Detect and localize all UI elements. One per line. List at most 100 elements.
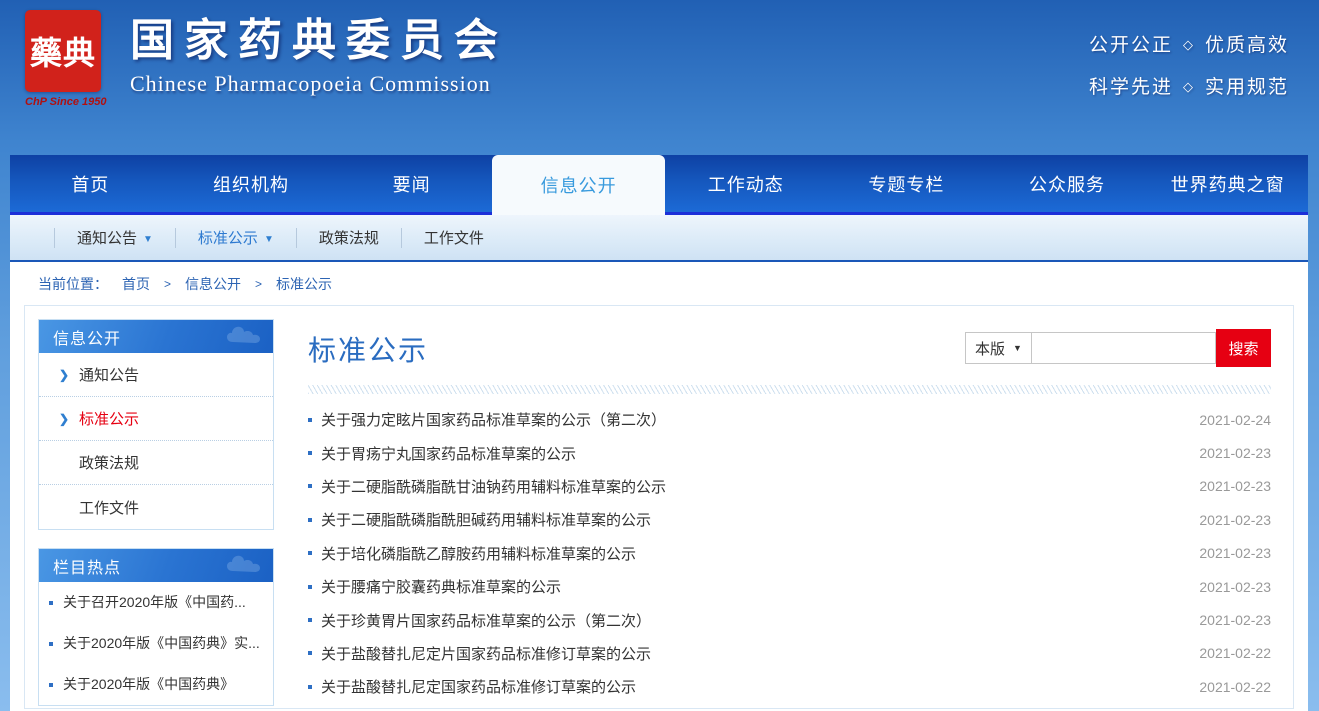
hot-topic-label: 关于召开2020年版《中国药... [63, 592, 246, 613]
bullet-square-icon [308, 618, 312, 622]
sidebar-item-label: 工作文件 [79, 497, 139, 518]
sidebar-item-work-documents[interactable]: 工作文件 [39, 485, 273, 529]
main-content: 标准公示 本版 ▼ 搜索 关于强力定眩片国家药品标准草案的公示（第二次） 202… [274, 319, 1293, 708]
announcement-date: 2021-02-22 [1187, 679, 1271, 695]
sidebar-title-text: 栏目热点 [53, 554, 121, 578]
nav-tab-organization[interactable]: 组织机构 [171, 155, 332, 212]
seal-text: 藥典 [30, 28, 96, 74]
slogan-text: 科学先进 [1089, 77, 1173, 98]
slogan-text: 优质高效 [1205, 35, 1289, 56]
breadcrumb-home[interactable]: 首页 [122, 274, 150, 294]
content-panel: 信息公开 ❯ 通知公告 ❯ 标准公示 政策法规 [24, 305, 1294, 709]
nav-tab-public-service[interactable]: 公众服务 [987, 155, 1148, 212]
announcement-link[interactable]: 关于珍黄胃片国家药品标准草案的公示（第二次） [321, 610, 651, 631]
announcement-date: 2021-02-23 [1187, 612, 1271, 628]
divider [401, 228, 402, 248]
announcement-link[interactable]: 关于腰痛宁胶囊药典标准草案的公示 [321, 576, 561, 597]
sidebar-item-notices[interactable]: ❯ 通知公告 [39, 353, 273, 397]
hot-topic-item[interactable]: 关于召开2020年版《中国药... [39, 582, 273, 623]
diamond-icon: ◇ [1183, 37, 1195, 52]
subnav-label: 政策法规 [319, 230, 379, 247]
site-title-block: 国家药典委员会 Chinese Pharmacopoeia Commission [130, 16, 508, 97]
sidebar-section-hot-topics: 栏目热点 关于召开2020年版《中国药... 关于2020年版《中国药典》实..… [38, 548, 274, 706]
list-item: 关于胃疡宁丸国家药品标准草案的公示 2021-02-23 [308, 436, 1271, 469]
bullet-square-icon [308, 418, 312, 422]
edition-select[interactable]: 本版 ▼ [965, 332, 1032, 364]
page-title: 标准公示 [308, 329, 428, 369]
announcement-date: 2021-02-23 [1187, 445, 1271, 461]
announcement-link[interactable]: 关于二硬脂酰磷脂酰胆碱药用辅料标准草案的公示 [321, 509, 651, 530]
sidebar-section-information: 信息公开 ❯ 通知公告 ❯ 标准公示 政策法规 [38, 319, 274, 530]
subnav-item-standards[interactable]: 标准公示▼ [198, 227, 274, 248]
announcement-date: 2021-02-23 [1187, 512, 1271, 528]
chevron-down-icon: ▼ [143, 234, 153, 245]
breadcrumb-separator: > [255, 277, 262, 291]
announcement-link[interactable]: 关于培化磷脂酰乙醇胺药用辅料标准草案的公示 [321, 543, 636, 564]
bullet-square-icon [49, 642, 53, 646]
hot-topic-item[interactable]: 关于2020年版《中国药典》实... [39, 623, 273, 664]
list-item: 关于二硬脂酰磷脂酰胆碱药用辅料标准草案的公示 2021-02-23 [308, 503, 1271, 536]
header-slogans: 公开公正◇优质高效 科学先进◇实用规范 [1089, 30, 1289, 114]
sidebar-section-title: 信息公开 [39, 320, 273, 353]
cloud-icon [225, 324, 267, 348]
subnav-label: 标准公示 [198, 230, 258, 247]
announcement-list: 关于强力定眩片国家药品标准草案的公示（第二次） 2021-02-24 关于胃疡宁… [308, 403, 1271, 704]
announcement-date: 2021-02-23 [1187, 478, 1271, 494]
search-bar: 本版 ▼ 搜索 [965, 329, 1271, 367]
nav-tab-work-updates[interactable]: 工作动态 [665, 155, 826, 212]
announcement-link[interactable]: 关于盐酸替扎尼定国家药品标准修订草案的公示 [321, 676, 636, 697]
edition-select-value: 本版 [975, 338, 1005, 359]
breadcrumb-separator: > [164, 277, 171, 291]
nav-tab-special-columns[interactable]: 专题专栏 [826, 155, 987, 212]
announcement-link[interactable]: 关于盐酸替扎尼定片国家药品标准修订草案的公示 [321, 643, 651, 664]
hot-topic-item[interactable]: 关于2020年版《中国药典》 [39, 664, 273, 705]
breadcrumb-standards[interactable]: 标准公示 [276, 274, 332, 294]
nav-tab-information-disclosure[interactable]: 信息公开 [492, 155, 666, 215]
divider [54, 228, 55, 248]
chevron-right-icon: ❯ [59, 412, 79, 426]
bullet-square-icon [308, 551, 312, 555]
subnav-label: 工作文件 [424, 230, 484, 247]
sidebar-section-title: 栏目热点 [39, 549, 273, 582]
subnav-item-notices[interactable]: 通知公告 ▼ [77, 227, 153, 248]
bullet-square-icon [308, 585, 312, 589]
subnav-item-policies[interactable]: 政策法规 [319, 227, 379, 248]
bullet-square-icon [308, 518, 312, 522]
pharmacopoeia-seal-icon: 藥典 [25, 10, 101, 92]
breadcrumb: 当前位置： 首页 > 信息公开 > 标准公示 [10, 262, 1308, 305]
slogan-text: 实用规范 [1205, 77, 1289, 98]
list-item: 关于盐酸替扎尼定国家药品标准修订草案的公示 2021-02-22 [308, 670, 1271, 703]
sidebar-item-label: 通知公告 [79, 364, 139, 385]
breadcrumb-label: 当前位置： [38, 274, 108, 294]
sidebar-item-policies[interactable]: 政策法规 [39, 441, 273, 485]
site-logo[interactable]: 藥典 ChP Since 1950 [25, 10, 125, 108]
nav-tab-home[interactable]: 首页 [10, 155, 171, 212]
announcement-date: 2021-02-24 [1187, 412, 1271, 428]
announcement-link[interactable]: 关于胃疡宁丸国家药品标准草案的公示 [321, 443, 576, 464]
search-button[interactable]: 搜索 [1216, 329, 1271, 367]
slogan-text: 公开公正 [1089, 35, 1173, 56]
nav-tab-world-pharmacopoeia[interactable]: 世界药典之窗 [1147, 155, 1308, 212]
bullet-square-icon [308, 451, 312, 455]
sidebar-title-text: 信息公开 [53, 325, 121, 349]
breadcrumb-information-disclosure[interactable]: 信息公开 [185, 274, 241, 294]
sidebar-item-label: 标准公示 [79, 408, 139, 429]
cloud-icon [225, 553, 267, 577]
divider [296, 228, 297, 248]
bullet-square-icon [308, 484, 312, 488]
nav-tab-news[interactable]: 要闻 [331, 155, 492, 212]
bullet-square-icon [308, 651, 312, 655]
site-subtitle: Chinese Pharmacopoeia Commission [130, 71, 508, 97]
subnav-item-work-documents[interactable]: 工作文件 [424, 227, 484, 248]
search-input[interactable] [1032, 332, 1216, 364]
announcement-link[interactable]: 关于二硬脂酰磷脂酰甘油钠药用辅料标准草案的公示 [321, 476, 666, 497]
list-item: 关于强力定眩片国家药品标准草案的公示（第二次） 2021-02-24 [308, 403, 1271, 436]
hot-topic-label: 关于2020年版《中国药典》实... [63, 633, 260, 654]
main-header: 标准公示 本版 ▼ 搜索 [308, 329, 1271, 369]
bullet-square-icon [308, 685, 312, 689]
announcement-link[interactable]: 关于强力定眩片国家药品标准草案的公示（第二次） [321, 409, 666, 430]
subnav-label: 通知公告 [77, 230, 137, 247]
list-item: 关于培化磷脂酰乙醇胺药用辅料标准草案的公示 2021-02-23 [308, 537, 1271, 570]
sidebar-item-standards[interactable]: ❯ 标准公示 [39, 397, 273, 441]
sidebar-item-label: 政策法规 [79, 452, 139, 473]
